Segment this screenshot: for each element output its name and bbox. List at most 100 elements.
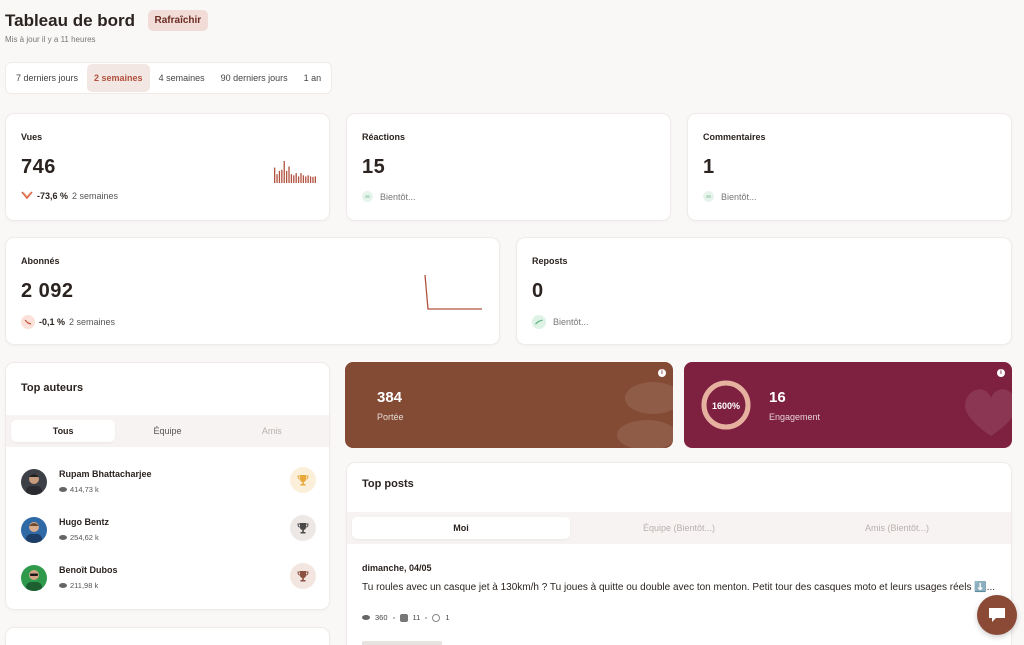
range-7-days[interactable]: 7 derniers jours: [9, 64, 85, 92]
post-date: dimanche, 04/05: [362, 563, 432, 573]
tab-me[interactable]: Moi: [352, 517, 570, 539]
reach-label: Portée: [377, 412, 404, 422]
tab-friends: Amis (Bientôt...): [864, 523, 929, 533]
author-views: 414,73 k: [59, 485, 99, 494]
range-4-weeks[interactable]: 4 semaines: [152, 64, 212, 92]
author-row[interactable]: Benoît Dubos 211,98 k: [21, 563, 316, 593]
comments-card: Commentaires 1 Bientôt...: [687, 113, 1012, 221]
trophy-bronze-icon: [290, 563, 316, 589]
views-spark-bar: [305, 176, 307, 183]
reactions-value: 15: [362, 156, 386, 178]
engagement-value: 16: [769, 389, 786, 406]
post-views: 360: [375, 613, 388, 622]
top-posts-title: Top posts: [362, 478, 414, 490]
range-1-year[interactable]: 1 an: [297, 64, 329, 92]
chat-bubble-icon: [989, 608, 1005, 622]
engagement-tile: 1600% 16 Engagement i: [684, 362, 1012, 448]
followers-sparkline: [424, 274, 482, 310]
views-spark-bar: [314, 176, 316, 183]
comment-icon: [432, 613, 441, 622]
views-value: 746: [21, 156, 56, 178]
reposts-soon: Bientôt...: [532, 315, 589, 329]
followers-label: Abonnés: [21, 256, 60, 266]
views-spark-bar: [309, 176, 312, 183]
reach-decoration: [617, 382, 673, 448]
author-name: Rupam Bhattacharjee: [59, 469, 152, 479]
engagement-label: Engagement: [769, 412, 821, 422]
comments-soon-text: Bientôt...: [721, 191, 757, 202]
cloud-icon: [703, 191, 714, 202]
info-icon[interactable]: i: [997, 369, 1005, 377]
views-label: Vues: [21, 132, 43, 142]
tab-team[interactable]: Équipe: [115, 420, 219, 442]
reaction-icon: [399, 613, 408, 622]
views-spark-bar: [302, 175, 305, 183]
last-updated-text: Mis à jour il y a 11 heures: [5, 35, 96, 44]
author-row[interactable]: Rupam Bhattacharjee 414,73 k: [21, 467, 316, 497]
followers-value: 2 092: [21, 280, 74, 302]
views-spark-bar: [300, 173, 302, 183]
posts-filter-tabs: Moi Équipe (Bientôt...) Amis (Bientôt...…: [347, 512, 1011, 544]
top-authors-title: Top auteurs: [21, 382, 84, 394]
views-spark-bar: [290, 174, 293, 183]
range-90-days[interactable]: 90 derniers jours: [214, 64, 295, 92]
avatar: [21, 469, 47, 495]
views-change-period: 2 semaines: [72, 191, 119, 201]
post-reactions: 11: [412, 613, 421, 622]
views-spark-bar: [274, 167, 276, 183]
page-title: Tableau de bord: [5, 10, 136, 30]
info-icon[interactable]: i: [658, 369, 666, 377]
views-spark-bar: [307, 175, 309, 183]
authors-filter-tabs: Tous Équipe Amis: [6, 415, 329, 447]
views-spark-bar: [293, 175, 295, 183]
trophy-gold-icon: [290, 467, 316, 493]
post-text[interactable]: Tu roules avec un casque jet à 130km/h ?…: [362, 581, 997, 595]
author-views: 254,62 k: [59, 533, 99, 542]
tab-all[interactable]: Tous: [11, 420, 116, 442]
reposts-value: 0: [532, 280, 544, 302]
tab-friends: Amis: [261, 426, 282, 436]
views-change: -73,6 % 2 semaines: [21, 191, 118, 201]
reach-value: 384: [377, 389, 403, 406]
eye-icon: [59, 487, 67, 492]
views-spark-bar: [276, 174, 278, 183]
eye-icon: [362, 615, 370, 620]
separator-dot: [425, 616, 428, 619]
next-post-partial: [362, 641, 442, 645]
chat-button[interactable]: [977, 595, 1017, 635]
top-authors-card: Top auteurs Tous Équipe Amis Rupam Bhatt…: [5, 362, 330, 610]
author-name: Hugo Bentz: [59, 517, 109, 527]
views-card: Vues 746 -73,6 % 2 semaines: [5, 113, 330, 221]
top-posts-card: Top posts Moi Équipe (Bientôt...) Amis (…: [346, 462, 1012, 645]
comments-value: 1: [703, 156, 715, 178]
author-row[interactable]: Hugo Bentz 254,62 k: [21, 515, 316, 545]
followers-change-value: -0,1 %: [39, 317, 66, 327]
next-card-partial: [5, 627, 330, 645]
tab-team: Équipe (Bientôt...): [642, 523, 716, 533]
separator-dot: [392, 616, 395, 619]
views-spark-bar: [283, 161, 285, 183]
refresh-button[interactable]: Rafraîchir: [147, 10, 209, 31]
reposts-card: Reposts 0 Bientôt...: [516, 237, 1012, 345]
views-spark-bar: [285, 170, 288, 183]
post-stats: 360 11 1: [362, 613, 449, 622]
reposts-soon-text: Bientôt...: [553, 317, 589, 327]
views-spark-bar: [295, 173, 297, 183]
date-range-selector: 7 derniers jours 2 semaines 4 semaines 9…: [5, 62, 333, 94]
trend-up-icon: [532, 315, 546, 329]
reactions-soon-text: Bientôt...: [380, 191, 416, 202]
comments-soon: Bientôt...: [703, 191, 757, 202]
avatar: [21, 565, 47, 591]
views-spark-bar: [297, 176, 300, 183]
views-spark-bar: [281, 169, 283, 183]
views-change-value: -73,6 %: [37, 191, 69, 201]
followers-change: -0,1 % 2 semaines: [21, 315, 115, 329]
followers-card: Abonnés 2 092 -0,1 % 2 semaines: [5, 237, 500, 345]
views-spark-bar: [312, 176, 314, 183]
range-2-weeks[interactable]: 2 semaines: [87, 64, 150, 92]
reactions-soon: Bientôt...: [362, 191, 416, 202]
page-header: Tableau de bord Rafraîchir Mis à jour il…: [5, 10, 209, 44]
reach-tile: 384 Portée i: [345, 362, 673, 448]
cloud-icon: [362, 191, 373, 202]
eye-icon: [59, 535, 67, 540]
